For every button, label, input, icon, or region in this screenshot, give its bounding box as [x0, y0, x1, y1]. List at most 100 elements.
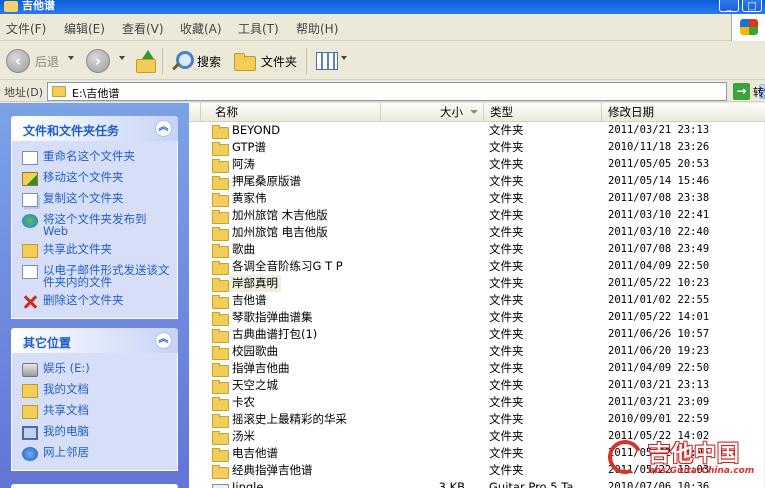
file-row[interactable]: 各调全音阶练习G T P 文件夹 2011/04/09 22:50 [189, 258, 765, 275]
views-icon [316, 52, 338, 70]
address-value: E:\吉他谱 [72, 87, 120, 100]
file-date: 2011/03/21 23:13 [608, 124, 710, 136]
task-rename[interactable]: 重命名这个文件夹 [12, 147, 177, 168]
file-type: 文件夹 [489, 310, 524, 324]
address-input[interactable]: E:\吉他谱 ▼ [47, 82, 765, 101]
column-date[interactable]: 修改日期 [602, 103, 765, 122]
menu-help[interactable]: 帮助(H) [296, 20, 338, 37]
column-size[interactable]: 大小 [381, 103, 484, 122]
toolbar: ‹ 后退 › 搜索 文件夹 [0, 42, 765, 80]
column-name[interactable]: 名称 [201, 103, 381, 122]
place-my-computer[interactable]: 我的电脑 [12, 422, 177, 443]
file-row[interactable]: 阿涛 文件夹 2011/05/05 20:53 [189, 156, 765, 173]
file-date: 2011/03/10 22:41 [608, 209, 710, 221]
file-type: 文件夹 [489, 378, 524, 392]
file-row[interactable]: 古典曲谱打包(1) 文件夹 2011/06/26 10:57 [189, 326, 765, 343]
folder-icon [212, 209, 229, 224]
place-my-documents[interactable]: 我的文档 [12, 380, 177, 401]
task-share[interactable]: 共享此文件夹 [12, 240, 177, 261]
folders-button[interactable]: 文件夹 [234, 46, 297, 76]
minimize-button[interactable]: _ [719, 0, 739, 12]
place-drive-e[interactable]: 娱乐 (E:) [12, 359, 177, 380]
file-row[interactable]: 吉他谱 文件夹 2011/01/02 22:55 [189, 292, 765, 309]
file-row[interactable]: 电吉他谱 文件夹 2011/05/22 13:05 [189, 445, 765, 462]
file-row[interactable]: 指弹吉他曲 文件夹 2011/04/09 22:50 [189, 360, 765, 377]
other-places-header[interactable]: 其它位置 ︽ [11, 328, 178, 353]
file-row[interactable]: 黄家伟 文件夹 2011/07/08 23:38 [189, 190, 765, 207]
file-row[interactable]: 经典指弹吉他谱 文件夹 2011/05/22 13:03 [189, 462, 765, 479]
file-row[interactable]: 加州旅馆 电吉他版 文件夹 2011/03/10 22:40 [189, 224, 765, 241]
file-name: 汤米 [232, 429, 255, 443]
forward-button[interactable]: › [86, 46, 115, 76]
file-type: 文件夹 [489, 463, 524, 477]
folder-icon [212, 464, 229, 479]
menu-file[interactable]: 文件(F) [6, 20, 46, 37]
menu-edit[interactable]: 编辑(E) [64, 20, 105, 37]
file-name: Jingle [232, 480, 264, 488]
file-date: 2011/05/05 20:53 [608, 158, 710, 170]
file-row[interactable]: 加州旅馆 木吉他版 文件夹 2011/03/10 22:41 [189, 207, 765, 224]
file-name: 琴歌指弹曲谱集 [232, 310, 313, 324]
task-publish-web[interactable]: 将这个文件夹发布到 Web [12, 210, 177, 240]
views-dropdown-icon[interactable] [341, 56, 347, 60]
other-places-list: 娱乐 (E:) 我的文档 共享文档 我的电脑 网上邻居 [11, 353, 178, 471]
views-button[interactable] [316, 46, 338, 76]
file-row[interactable]: 摇滚史上最精彩的华采 文件夹 2010/09/01 22:59 [189, 411, 765, 428]
file-row[interactable]: 歌曲 文件夹 2011/07/08 23:49 [189, 241, 765, 258]
go-button[interactable]: → 转 [733, 83, 764, 100]
file-row[interactable]: 天空之城 文件夹 2011/03/21 23:13 [189, 377, 765, 394]
place-shared-documents[interactable]: 共享文档 [12, 401, 177, 422]
collapse-chevron-icon[interactable]: ︽ [155, 332, 172, 349]
back-dropdown-icon[interactable] [68, 56, 74, 60]
file-row[interactable]: GTP谱 文件夹 2010/11/18 23:26 [189, 139, 765, 156]
maximize-button[interactable]: □ [742, 0, 762, 12]
file-name: 岸部真明 [229, 275, 281, 292]
file-name: 天空之城 [232, 378, 278, 392]
task-email[interactable]: 以电子邮件形式发送该文件夹内的文件 [12, 261, 177, 291]
file-tasks-list: 重命名这个文件夹 移动这个文件夹 复制这个文件夹 将这个文件夹发布到 Web 共… [11, 141, 178, 319]
file-row[interactable]: 岸部真明 文件夹 2011/05/22 10:23 [189, 275, 765, 292]
folder-app-icon [4, 1, 18, 12]
file-date: 2011/05/22 13:03 [608, 464, 710, 476]
task-move[interactable]: 移动这个文件夹 [12, 168, 177, 189]
sort-arrow-icon [470, 110, 478, 114]
delete-icon [22, 295, 38, 309]
folder-icon [212, 294, 229, 309]
file-name: 加州旅馆 木吉他版 [232, 208, 328, 222]
task-copy[interactable]: 复制这个文件夹 [12, 189, 177, 210]
folder-icon [212, 277, 229, 292]
file-date: 2010/11/18 23:26 [608, 141, 710, 153]
move-icon [22, 172, 38, 186]
file-row[interactable]: BEYOND 文件夹 2011/03/21 23:13 [189, 122, 765, 139]
menu-tools[interactable]: 工具(T) [238, 20, 279, 37]
file-row[interactable]: Jingle 3 KB Guitar Pro 5 Ta 2010/07/06 10:3… [189, 479, 765, 488]
column-type[interactable]: 类型 [484, 103, 602, 122]
folder-icon [212, 413, 229, 428]
menu-view[interactable]: 查看(V) [122, 20, 164, 37]
file-name: GTP谱 [232, 140, 266, 154]
place-label: 共享文档 [43, 403, 89, 417]
file-row[interactable]: 校园歌曲 文件夹 2011/06/20 19:23 [189, 343, 765, 360]
task-delete[interactable]: 删除这个文件夹 [12, 291, 177, 312]
file-name: 指弹吉他曲 [232, 361, 290, 375]
file-type: 文件夹 [489, 361, 524, 375]
toolbar-separator [306, 48, 307, 74]
file-tasks-header[interactable]: 文件和文件夹任务 ︽ [11, 116, 178, 141]
forward-dropdown-icon[interactable] [119, 56, 125, 60]
file-name: BEYOND [232, 123, 281, 137]
search-button[interactable]: 搜索 [170, 46, 221, 76]
file-type: 文件夹 [489, 123, 524, 137]
window-title: 吉他谱 [22, 0, 55, 12]
up-folder-button[interactable] [134, 46, 160, 76]
collapse-chevron-icon[interactable]: ︽ [155, 120, 172, 137]
file-row[interactable]: 琴歌指弹曲谱集 文件夹 2011/05/22 14:01 [189, 309, 765, 326]
file-row[interactable]: 卡农 文件夹 2011/03/21 23:09 [189, 394, 765, 411]
file-name: 经典指弹吉他谱 [232, 463, 313, 477]
place-network[interactable]: 网上邻居 [12, 443, 177, 464]
back-button[interactable]: ‹ 后退 [6, 46, 59, 76]
file-row[interactable]: 押尾桑原版谱 文件夹 2011/05/14 15:46 [189, 173, 765, 190]
menu-favorites[interactable]: 收藏(A) [180, 20, 222, 37]
file-name: 押尾桑原版谱 [232, 174, 301, 188]
windows-logo [731, 14, 765, 41]
file-row[interactable]: 汤米 文件夹 2011/05/22 14:02 [189, 428, 765, 445]
